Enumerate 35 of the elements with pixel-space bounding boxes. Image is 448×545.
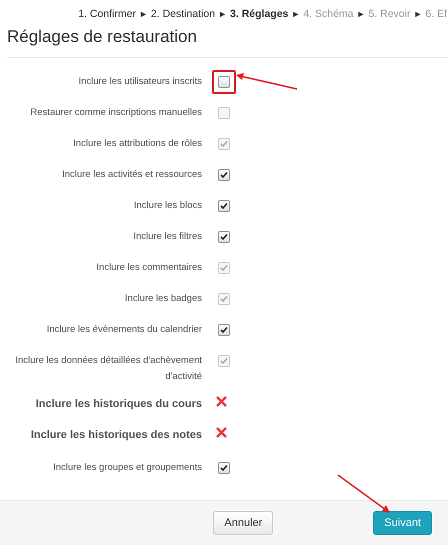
separator-arrow: ► [413,8,422,21]
checkbox[interactable] [218,462,230,474]
breadcrumb-step: 3. Réglages [230,8,288,21]
setting-label: Inclure les filtres [132,230,202,244]
annotation-arrow [338,474,390,513]
separator-arrow: ► [356,8,366,21]
setting-label: Inclure les utilisateurs inscrits [77,75,202,89]
setting-label: Inclure les badges [124,292,202,306]
setting-label: Inclure les évènements du calendrier [46,323,202,337]
breadcrumb-step: 5. Revoir [368,8,410,21]
setting-label: Inclure les attributions de rôles [72,137,202,151]
separator-arrow: ► [138,8,148,21]
breadcrumb-step: 2. Destination [150,8,216,21]
setting-label: Inclure les historiques des notes [30,428,202,443]
checkbox[interactable] [218,76,230,88]
separator-arrow: ► [291,8,300,21]
setting-label: Restaurer comme inscriptions manuelles [29,106,202,120]
breadcrumb-step: 4. Schéma [303,8,354,21]
setting-label: Inclure les données détaillées d'achèvement d'activité [14,354,202,384]
cross-icon [216,427,227,438]
breadcrumb-step: 1. Confirmer [78,8,136,21]
checkbox[interactable] [218,231,230,243]
setting-label: Inclure les historiques du cours [34,397,202,412]
separator-arrow: ► [218,8,228,21]
cancel-button[interactable]: Annuler [213,511,274,535]
page-title: Réglages de restauration [7,27,448,58]
setting-label: Inclure les blocs [132,199,202,213]
breadcrumb-step: 6. Ef [425,8,447,21]
setting-label: Inclure les activités et ressources [61,168,202,182]
setting-label: Inclure les commentaires [95,261,202,275]
checkbox[interactable] [218,200,230,212]
cross-icon [216,396,227,407]
setting-label: Inclure les groupes et groupements [52,461,202,475]
checkbox[interactable] [218,169,230,181]
checkbox[interactable] [218,324,230,336]
